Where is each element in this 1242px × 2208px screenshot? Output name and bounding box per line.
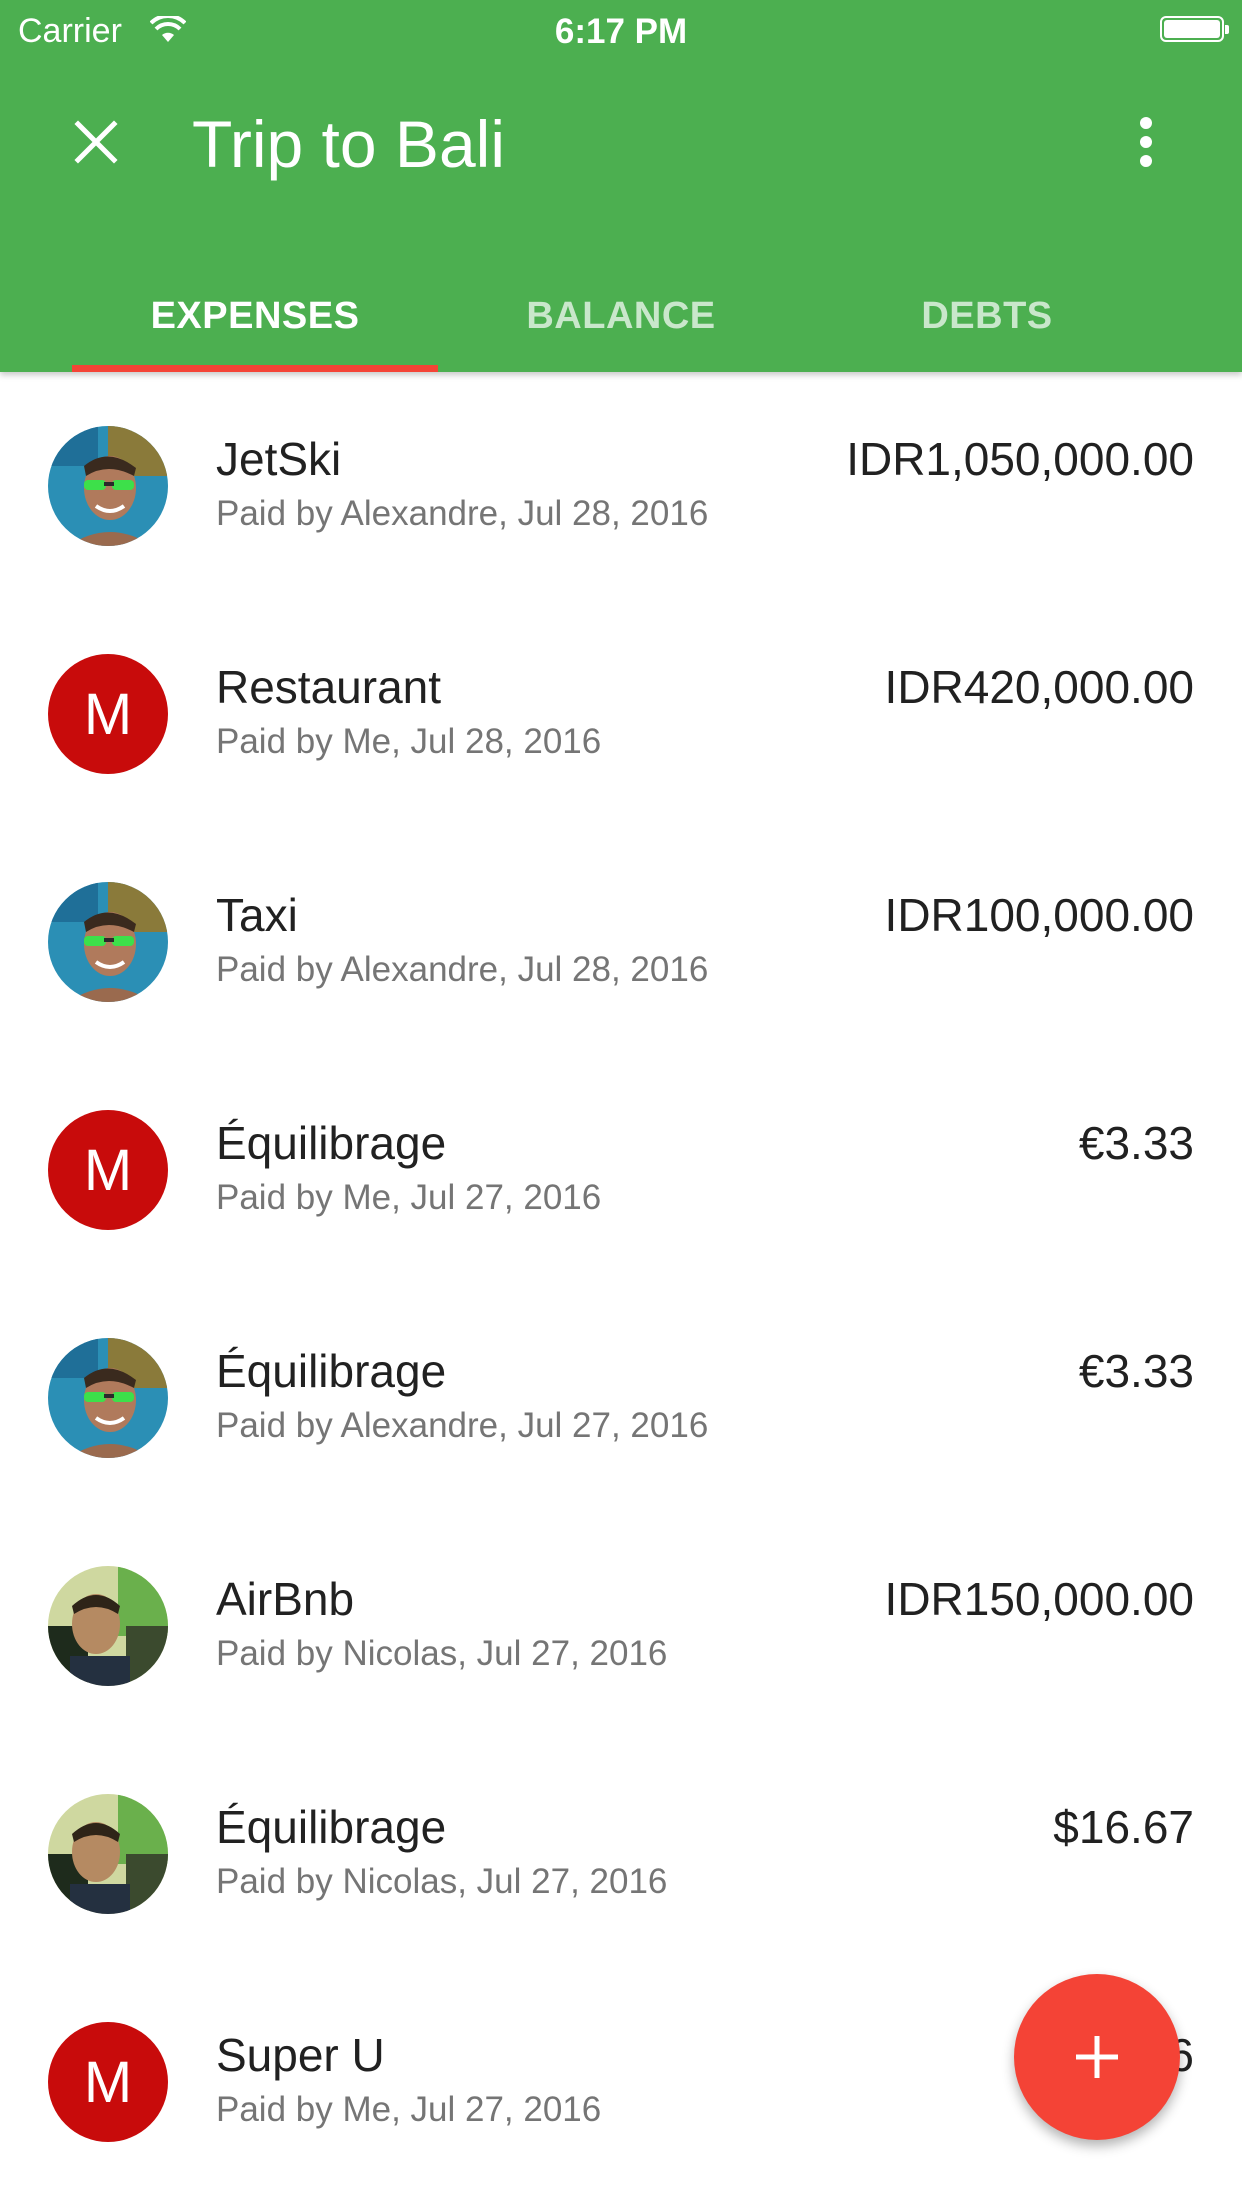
list-item[interactable]: M Restaurant Paid by Me, Jul 28, 2016 IDR42… bbox=[0, 600, 1242, 828]
expense-paid-by: Paid by Me, Jul 27, 2016 bbox=[216, 1178, 602, 1217]
expense-amount: IDR150,000.00 bbox=[884, 1573, 1194, 1625]
add-expense-button[interactable] bbox=[1014, 1974, 1180, 2140]
expense-paid-by: Paid by Alexandre, Jul 28, 2016 bbox=[216, 950, 709, 989]
avatar-photo bbox=[48, 882, 168, 1002]
expense-name: JetSki bbox=[216, 433, 342, 485]
expense-name: Taxi bbox=[216, 889, 298, 941]
expense-paid-by: Paid by Me, Jul 27, 2016 bbox=[216, 2090, 602, 2129]
close-button[interactable] bbox=[60, 106, 132, 178]
expense-name: Super U bbox=[216, 2029, 385, 2081]
status-bar: Carrier 6:17 PM bbox=[0, 0, 1242, 60]
expense-amount: €3.33 bbox=[1078, 1117, 1194, 1169]
avatar bbox=[48, 882, 168, 1002]
avatar bbox=[48, 1794, 168, 1914]
expense-paid-by: Paid by Alexandre, Jul 27, 2016 bbox=[216, 1406, 709, 1445]
expense-name: Équilibrage bbox=[216, 1345, 447, 1397]
status-time: 6:17 PM bbox=[554, 12, 688, 51]
expense-amount: IDR420,000.00 bbox=[884, 661, 1194, 713]
more-options-button[interactable] bbox=[1110, 106, 1182, 178]
avatar-photo bbox=[48, 1794, 168, 1914]
list-item[interactable]: Équilibrage Paid by Nicolas, Jul 27, 2016… bbox=[0, 1740, 1242, 1968]
expense-amount: IDR100,000.00 bbox=[884, 889, 1194, 941]
avatar-initial: M bbox=[48, 654, 168, 774]
add-icon bbox=[1076, 2036, 1118, 2078]
expense-paid-by: Paid by Nicolas, Jul 27, 2016 bbox=[216, 1862, 668, 1901]
tab-balance[interactable]: BALANCE bbox=[438, 260, 804, 372]
list-item[interactable]: Équilibrage Paid by Alexandre, Jul 27, 20… bbox=[0, 1284, 1242, 1512]
expense-amount: $16.67 bbox=[1053, 1801, 1194, 1853]
avatar-photo bbox=[48, 1566, 168, 1686]
page-title: Trip to Bali bbox=[192, 107, 505, 181]
expense-list: JetSki Paid by Alexandre, Jul 28, 2016 IDR… bbox=[0, 372, 1242, 2196]
expense-name: AirBnb bbox=[216, 1573, 355, 1625]
avatar bbox=[48, 426, 168, 546]
list-item[interactable]: Taxi Paid by Alexandre, Jul 28, 2016 IDR10… bbox=[0, 828, 1242, 1056]
list-item[interactable]: M Équilibrage Paid by Me, Jul 27, 2016 €3.3… bbox=[0, 1056, 1242, 1284]
tab-debts[interactable]: DEBTS bbox=[804, 260, 1170, 372]
expense-paid-by: Paid by Me, Jul 28, 2016 bbox=[216, 722, 602, 761]
avatar-photo bbox=[48, 1338, 168, 1458]
avatar bbox=[48, 1338, 168, 1458]
expense-name: Restaurant bbox=[216, 661, 442, 713]
expense-amount: IDR1,050,000.00 bbox=[846, 433, 1194, 485]
list-item[interactable]: JetSki Paid by Alexandre, Jul 28, 2016 IDR… bbox=[0, 372, 1242, 600]
expense-name: Équilibrage bbox=[216, 1117, 447, 1169]
expense-paid-by: Paid by Alexandre, Jul 28, 2016 bbox=[216, 494, 709, 533]
avatar-initial: M bbox=[48, 1110, 168, 1230]
list-item[interactable]: AirBnb Paid by Nicolas, Jul 27, 2016 IDR15… bbox=[0, 1512, 1242, 1740]
battery-icon bbox=[1160, 16, 1229, 42]
expense-amount: €3.33 bbox=[1078, 1345, 1194, 1397]
close-icon bbox=[74, 120, 118, 164]
more-vert-icon bbox=[1140, 117, 1152, 167]
expense-paid-by: Paid by Nicolas, Jul 27, 2016 bbox=[216, 1634, 668, 1673]
avatar-initial: M bbox=[48, 2022, 168, 2142]
app-bar: Carrier 6:17 PM Trip to Bali EXPENSES BA… bbox=[0, 0, 1242, 372]
tab-bar: EXPENSES BALANCE DEBTS bbox=[72, 260, 1170, 372]
tab-expenses[interactable]: EXPENSES bbox=[72, 260, 438, 372]
avatar bbox=[48, 1566, 168, 1686]
expense-name: Équilibrage bbox=[216, 1801, 447, 1853]
avatar-photo bbox=[48, 426, 168, 546]
